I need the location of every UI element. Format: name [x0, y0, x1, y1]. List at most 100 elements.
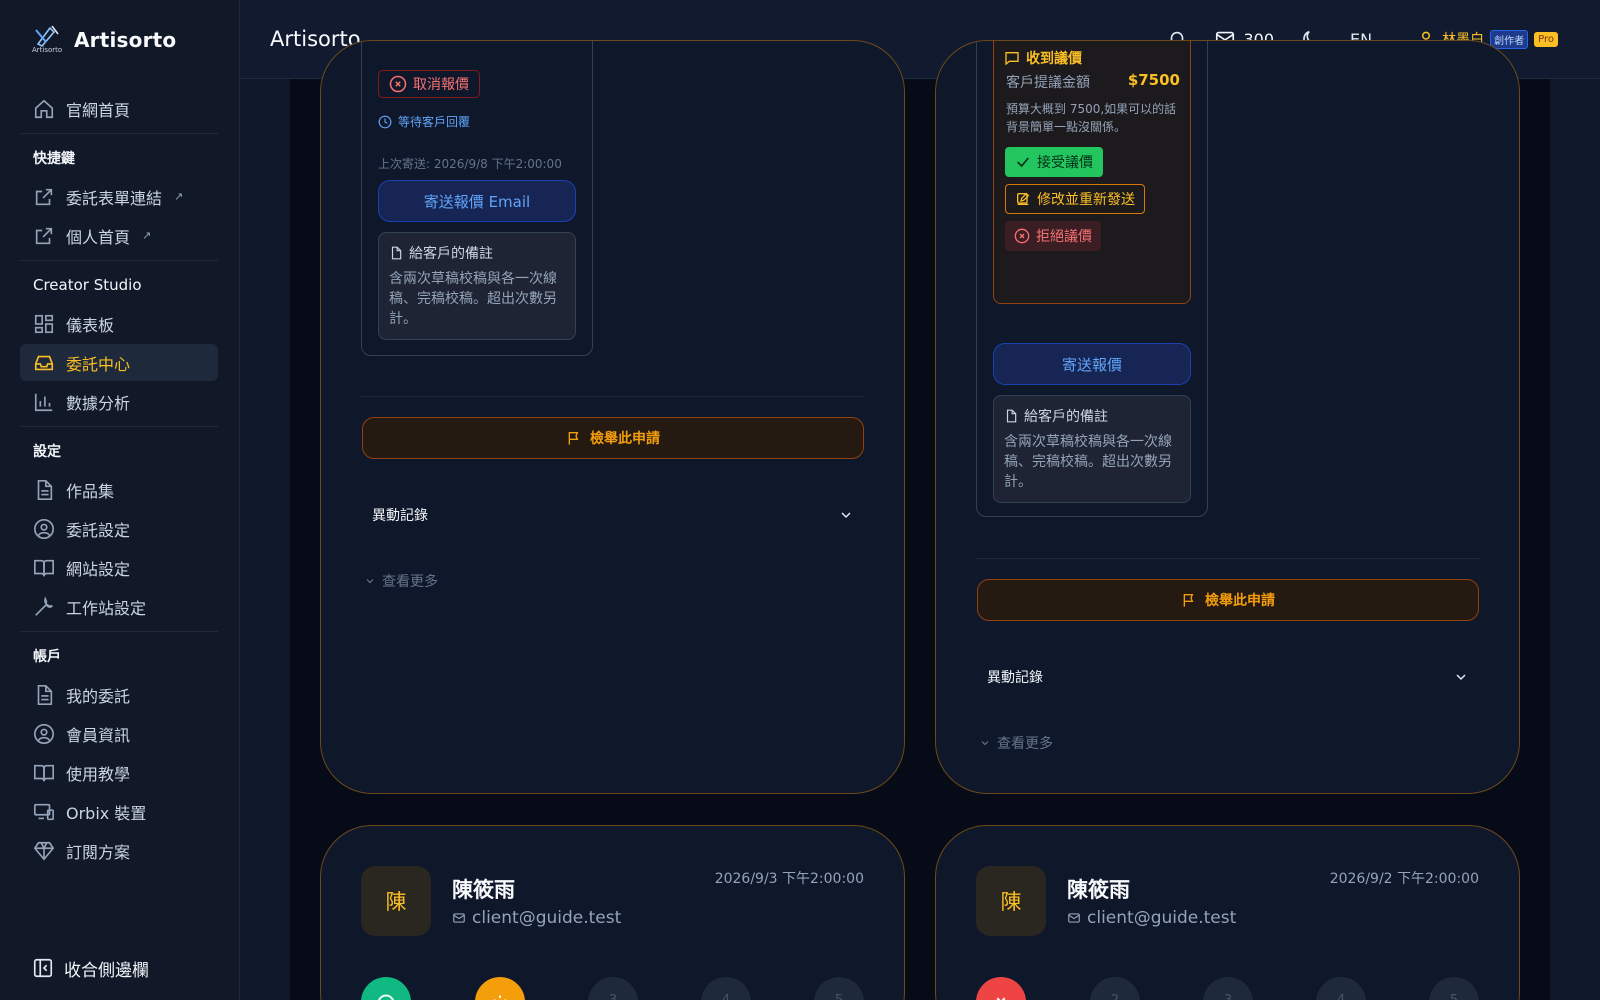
sidebar-item-label: 委託中心 — [66, 354, 131, 374]
report-label: 檢舉此申請 — [590, 431, 660, 447]
wrench-icon — [32, 595, 56, 619]
section-heading-account: 帳戶 — [33, 649, 61, 665]
cancel-quote-button[interactable]: 取消報價 — [378, 70, 480, 98]
sidebar-item-label: 儀表板 — [66, 315, 115, 335]
sidebar-item-label: 工作站設定 — [66, 598, 147, 618]
note-title: 給客戶的備註 — [389, 243, 565, 263]
note-title: 給客戶的備註 — [1004, 406, 1180, 426]
sidebar-item-commission-form-link[interactable]: 委託表單連結 ↗ — [20, 178, 218, 215]
sidebar-item-my-commissions[interactable]: 我的委託 — [20, 676, 218, 713]
diamond-icon — [32, 839, 56, 863]
request-date: 2026/9/3 下午2:00:00 — [714, 871, 864, 887]
divider — [361, 396, 865, 397]
accept-offer-button[interactable]: 接受議價 — [1005, 147, 1103, 177]
sidebar-item-portfolio[interactable]: 作品集 — [20, 471, 218, 508]
see-more-button[interactable]: 查看更多 — [979, 733, 1053, 753]
sidebar-item-label: 訂閱方案 — [66, 842, 131, 862]
sidebar-item-home[interactable]: 官網首頁 — [20, 90, 218, 127]
commission-card-bottom-right: 陳 陳筱雨 client@guide.test 2026/9/2 下午2:00:… — [935, 825, 1520, 1000]
step-5: 5 — [814, 977, 864, 1000]
sidebar-item-label: 委託設定 — [66, 520, 131, 540]
accept-label: 接受議價 — [1037, 155, 1093, 171]
sidebar-item-label: 數據分析 — [66, 393, 131, 413]
message-square-icon — [1004, 50, 1020, 66]
see-more-label: 查看更多 — [382, 574, 438, 590]
sidebar-item-tutorial[interactable]: 使用教學 — [20, 754, 218, 791]
report-request-button[interactable]: 檢舉此申請 — [977, 579, 1479, 621]
pro-badge: Pro — [1534, 31, 1558, 47]
sidebar-item-workstation-settings[interactable]: 工作站設定 — [20, 588, 218, 625]
sidebar-item-label: 官網首頁 — [66, 100, 131, 120]
home-icon — [32, 97, 56, 121]
client-name: 陳筱雨 — [452, 878, 515, 902]
history-accordion[interactable]: 異動記錄 — [987, 667, 1469, 687]
check-icon — [1015, 154, 1031, 170]
proposed-amount: $7500 — [1127, 71, 1180, 89]
section-heading-settings: 設定 — [33, 444, 61, 460]
sidebar: Artisorto Artisorto 官網首頁 快捷鍵 委託表單連結 ↗ 個人首… — [0, 0, 240, 1000]
awaiting-status: 等待客戶回覆 — [378, 113, 470, 130]
report-request-button[interactable]: 檢舉此申請 — [362, 417, 864, 459]
external-arrow-icon: ↗ — [174, 190, 184, 203]
user-circle-icon — [32, 722, 56, 746]
step-completed — [361, 977, 411, 1000]
note-body: 含兩次草稿校稿與各一次線稿、完稿校稿。超出次數另計。 — [1004, 434, 1172, 490]
chevron-down-icon — [1453, 669, 1469, 685]
divider — [976, 558, 1480, 559]
sidebar-item-orbix-devices[interactable]: Orbix 裝置 — [20, 793, 218, 830]
client-email: client@guide.test — [452, 908, 621, 928]
client-email-value: client@guide.test — [472, 908, 622, 928]
client-note: 給客戶的備註 含兩次草稿校稿與各一次線稿、完稿校稿。超出次數另計。 — [993, 395, 1191, 503]
cancel-quote-label: 取消報價 — [413, 77, 469, 93]
mail-icon — [1067, 911, 1081, 925]
history-accordion[interactable]: 異動記錄 — [372, 505, 854, 525]
external-arrow-icon: ↗ — [142, 229, 152, 242]
send-quote-email-button[interactable]: 寄送報價 Email — [378, 180, 576, 222]
commission-card-right: 收到議價 客戶提議金額 $7500 預算大概到 7500,如果可以的話背景簡單一… — [935, 40, 1520, 794]
book-icon — [32, 556, 56, 580]
modify-resend-button[interactable]: 修改並重新發送 — [1005, 184, 1145, 214]
section-heading-creator-studio: Creator Studio — [33, 276, 142, 294]
sidebar-item-label: 我的委託 — [66, 686, 131, 706]
step-current — [475, 977, 525, 1000]
client-name: 陳筱雨 — [1067, 878, 1130, 902]
sidebar-item-dashboard[interactable]: 儀表板 — [20, 305, 218, 342]
brand[interactable]: Artisorto Artisorto — [32, 24, 176, 56]
modify-label: 修改並重新發送 — [1037, 192, 1135, 208]
sidebar-item-label: 會員資訊 — [66, 725, 131, 745]
step-4: 4 — [701, 977, 751, 1000]
x-icon — [996, 997, 1006, 1000]
step-3: 3 — [1203, 977, 1253, 1000]
section-heading-shortcuts: 快捷鍵 — [33, 151, 75, 167]
step-2: 2 — [1090, 977, 1140, 1000]
negotiation-panel: 收到議價 客戶提議金額 $7500 預算大概到 7500,如果可以的話背景簡單一… — [993, 41, 1191, 304]
sidebar-item-personal-homepage[interactable]: 個人首頁 ↗ — [20, 217, 218, 254]
client-note: 給客戶的備註 含兩次草稿校稿與各一次線稿、完稿校稿。超出次數另計。 — [378, 232, 576, 340]
x-circle-icon — [1014, 228, 1030, 244]
step-3: 3 — [588, 977, 638, 1000]
sidebar-item-commission-settings[interactable]: 委託設定 — [20, 510, 218, 547]
see-more-button[interactable]: 查看更多 — [364, 571, 438, 591]
user-circle-icon — [32, 517, 56, 541]
check-circle-icon — [378, 994, 394, 1000]
step-rejected — [976, 977, 1026, 1000]
sidebar-item-label: Orbix 裝置 — [66, 803, 147, 823]
awaiting-label: 等待客戶回覆 — [398, 115, 471, 129]
sidebar-item-subscription[interactable]: 訂閱方案 — [20, 832, 218, 869]
sidebar-item-member-info[interactable]: 會員資訊 — [20, 715, 218, 752]
send-quote-button[interactable]: 寄送報價 — [993, 343, 1191, 385]
sidebar-item-site-settings[interactable]: 網站設定 — [20, 549, 218, 586]
brand-name: Artisorto — [74, 28, 177, 52]
chevron-down-icon — [979, 737, 991, 749]
reject-offer-button[interactable]: 拒絕議價 — [1005, 221, 1101, 251]
creator-badge: 創作者 — [1490, 29, 1529, 49]
sidebar-item-commission-center[interactable]: 委託中心 — [20, 344, 218, 381]
collapse-sidebar-button[interactable]: 收合側邊欄 — [20, 950, 218, 986]
sidebar-nav: 官網首頁 快捷鍵 委託表單連結 ↗ 個人首頁 ↗ Creator Studio 儀表… — [20, 88, 218, 871]
reject-label: 拒絕議價 — [1036, 229, 1092, 245]
dashboard-icon — [32, 312, 56, 336]
client-email: client@guide.test — [1067, 908, 1236, 928]
sidebar-item-analytics[interactable]: 數據分析 — [20, 383, 218, 420]
avatar: 陳 — [361, 866, 431, 936]
logo-caption: Artisorto — [32, 46, 63, 54]
